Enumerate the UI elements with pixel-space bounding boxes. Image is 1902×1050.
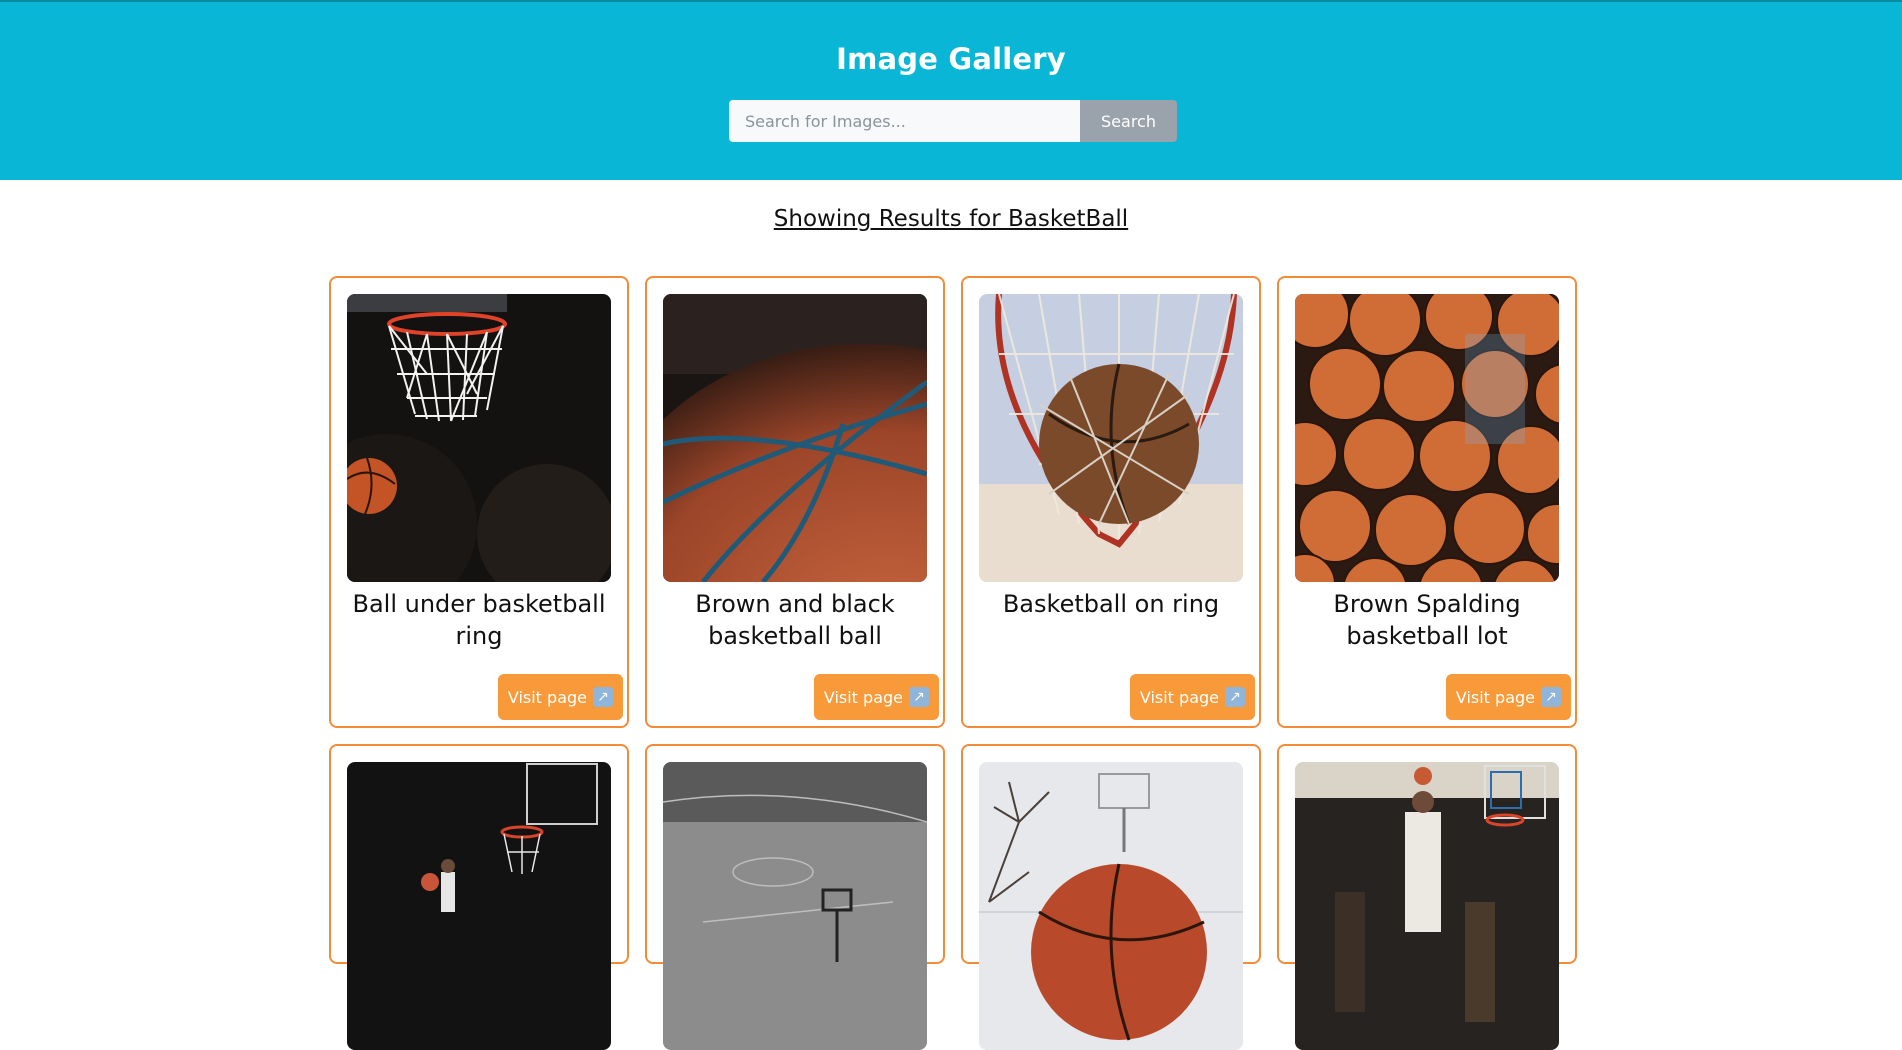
image-card: Brown and black basketball ball Visit pa… [645, 276, 945, 728]
card-image[interactable] [979, 762, 1243, 1050]
image-card [1277, 744, 1577, 1050]
external-link-icon: ↗ [593, 687, 613, 707]
results-heading: Showing Results for BasketBall [773, 206, 1129, 232]
card-caption: Basketball on ring [1002, 590, 1220, 618]
card-image[interactable] [347, 294, 611, 582]
image-card [329, 744, 629, 1050]
card-image[interactable] [979, 294, 1243, 582]
card-image[interactable] [1295, 762, 1559, 1050]
external-link-icon: ↗ [909, 687, 929, 707]
card-caption: Ball under basketball ring [352, 590, 606, 650]
external-link-icon: ↗ [1541, 687, 1561, 707]
card-caption: Brown Spalding basketball lot [1333, 590, 1521, 650]
search-bar: Search [729, 100, 1177, 142]
visit-page-label: Visit page [507, 687, 587, 707]
card-caption: Brown and black basketball ball [695, 590, 895, 650]
card-image[interactable] [347, 762, 611, 1050]
image-card [645, 744, 945, 1050]
visit-page-label: Visit page [1139, 687, 1219, 707]
search-input[interactable] [729, 100, 1080, 142]
visit-page-button[interactable]: Visit page ↗ [813, 674, 939, 720]
card-image[interactable] [663, 294, 927, 582]
search-button[interactable]: Search [1080, 100, 1177, 142]
image-card: Brown Spalding basketball lot Visit page… [1277, 276, 1577, 728]
external-link-icon: ↗ [1225, 687, 1245, 707]
image-card [961, 744, 1261, 1050]
visit-page-label: Visit page [823, 687, 903, 707]
header: Image Gallery Search [0, 0, 1902, 180]
visit-page-label: Visit page [1455, 687, 1535, 707]
card-image[interactable] [663, 762, 927, 1050]
visit-page-button[interactable]: Visit page ↗ [1445, 674, 1571, 720]
visit-page-button[interactable]: Visit page ↗ [497, 674, 623, 720]
image-card: Ball under basketball ring Visit page ↗ [329, 276, 629, 728]
visit-page-button[interactable]: Visit page ↗ [1129, 674, 1255, 720]
page-title: Image Gallery [836, 42, 1066, 76]
card-image[interactable] [1295, 294, 1559, 582]
image-card: Basketball on ring Visit page ↗ [961, 276, 1261, 728]
